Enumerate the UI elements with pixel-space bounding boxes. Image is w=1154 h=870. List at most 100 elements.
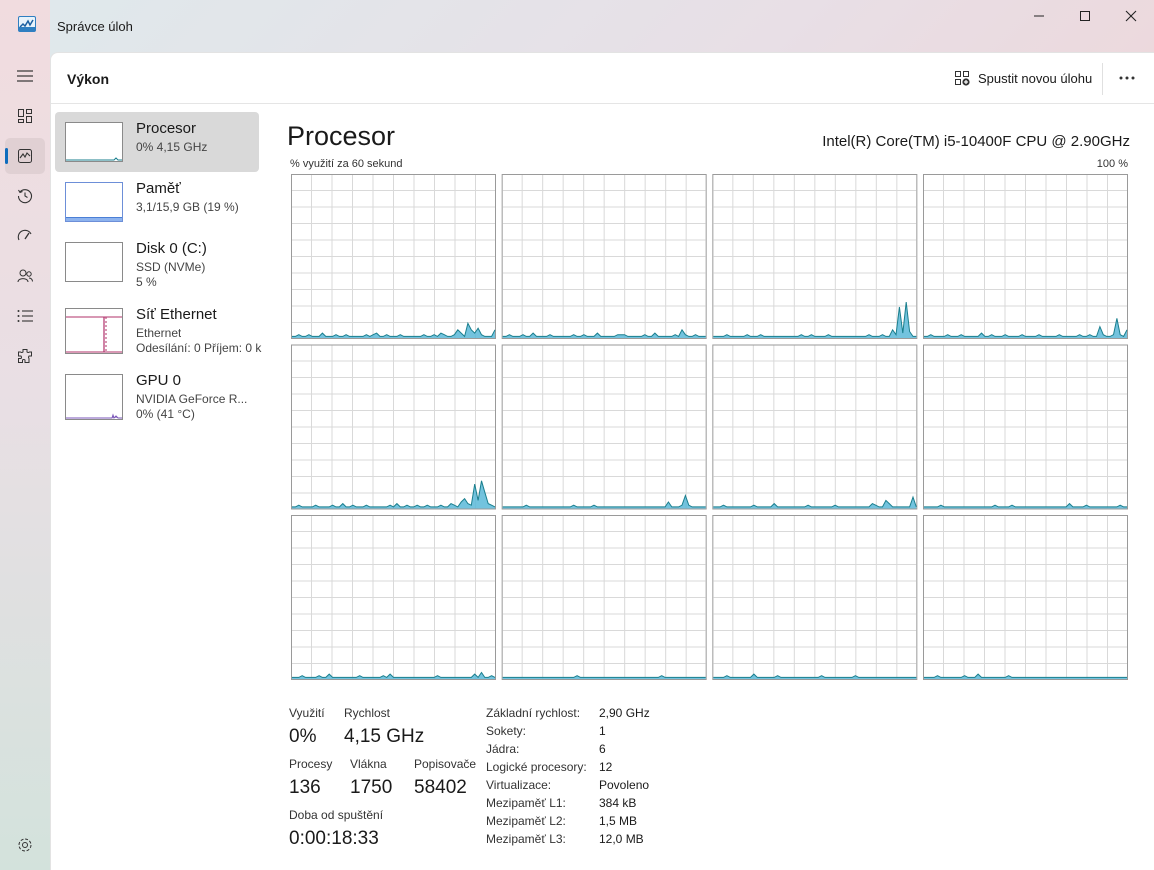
header-separator	[1102, 63, 1103, 95]
disk-thumbnail-graph	[65, 242, 123, 282]
sidebar-item-cpu[interactable]: Procesor 0% 4,15 GHz	[55, 112, 259, 172]
sidebar-item-subtext: Ethernet	[136, 326, 182, 340]
run-new-task-label: Spustit novou úlohu	[978, 70, 1093, 86]
spec-value: 2,90 GHz	[599, 706, 650, 720]
minimize-button[interactable]	[1016, 0, 1062, 32]
nav-app-history[interactable]	[5, 178, 45, 214]
task-manager-icon	[18, 16, 36, 32]
sidebar-item-gpu[interactable]: GPU 0 NVIDIA GeForce R... 0% (41 °C)	[55, 364, 259, 424]
core-graph	[712, 515, 918, 680]
hamburger-menu-icon	[17, 70, 33, 82]
core-graph	[501, 174, 707, 339]
processes-label: Procesy	[289, 757, 333, 771]
run-new-task-button[interactable]: Spustit novou úlohu	[954, 67, 1092, 89]
spec-key: Logické procesory:	[486, 760, 587, 774]
sidebar-item-label: Disk 0 (C:)	[136, 240, 207, 257]
sidebar-item-memory[interactable]: Paměť 3,1/15,9 GB (19 %)	[55, 172, 259, 232]
spec-value: Povoleno	[599, 778, 650, 792]
close-icon	[1125, 10, 1137, 22]
core-graph	[291, 515, 496, 680]
app-history-icon	[17, 189, 33, 204]
performance-icon	[18, 149, 32, 163]
cpu-core-graphs	[291, 174, 1128, 680]
more-options-button[interactable]	[1113, 65, 1141, 91]
sidebar-item-subtext: 3,1/15,9 GB (19 %)	[136, 200, 239, 214]
core-graph	[501, 344, 707, 510]
spec-key: Jádra:	[486, 742, 520, 756]
uptime-value: 0:00:18:33	[289, 828, 379, 849]
page-header: Výkon Spustit novou úlohu	[51, 53, 1154, 104]
main-panel: Výkon Spustit novou úlohu Procesor 0% 4,…	[50, 52, 1154, 870]
core-graph	[923, 174, 1128, 339]
hamburger-menu-button[interactable]	[5, 58, 45, 94]
sidebar-item-label: Síť Ethernet	[136, 306, 217, 323]
more-options-icon	[1119, 76, 1135, 80]
handles-label: Popisovače	[414, 757, 477, 771]
spec-value: 12	[599, 760, 613, 774]
sidebar-item-subtext: 5 %	[136, 275, 157, 289]
page-title: Výkon	[67, 71, 110, 87]
minimize-icon	[1034, 15, 1044, 17]
nav-details[interactable]	[5, 298, 45, 334]
cpu-thumbnail-graph	[65, 122, 123, 162]
nav-services[interactable]	[5, 338, 45, 374]
spec-key: Mezipaměť L2:	[486, 814, 566, 828]
maximize-icon	[1080, 11, 1090, 21]
handles-value: 58402	[414, 777, 467, 798]
sidebar-item-subtext: 0% 4,15 GHz	[136, 140, 208, 154]
processes-icon	[18, 109, 32, 123]
usage-value: 0%	[289, 726, 317, 747]
sidebar-item-label: Paměť	[136, 180, 181, 197]
nav-active-indicator	[5, 148, 8, 164]
core-graph	[291, 174, 496, 339]
spec-key: Sokety:	[486, 724, 527, 738]
close-button[interactable]	[1108, 0, 1154, 32]
speed-label: Rychlost	[344, 706, 391, 720]
sidebar-item-subtext: 0% (41 °C)	[136, 407, 195, 421]
title-bar: Správce úloh	[0, 0, 1154, 52]
sidebar-item-label: Procesor	[136, 120, 197, 137]
threads-label: Vlákna	[350, 757, 387, 771]
nav-processes[interactable]	[5, 98, 45, 134]
threads-value: 1750	[350, 777, 393, 798]
spec-value: 6	[599, 742, 606, 756]
processes-value: 136	[289, 777, 321, 798]
maximize-button[interactable]	[1062, 0, 1108, 32]
graph-max-label: 100 %	[1096, 158, 1128, 170]
core-graph	[712, 344, 918, 510]
users-icon	[17, 269, 33, 283]
nav-users[interactable]	[5, 258, 45, 294]
spec-value: 12,0 MB	[599, 832, 644, 846]
gpu-thumbnail-graph	[65, 374, 123, 420]
spec-key: Virtualizace:	[486, 778, 552, 792]
spec-value: 1,5 MB	[599, 814, 638, 828]
usage-label: Využití	[289, 706, 325, 720]
memory-thumbnail-graph	[65, 182, 123, 222]
spec-key: Mezipaměť L3:	[486, 832, 566, 846]
core-graph	[923, 515, 1128, 680]
core-graph	[923, 344, 1128, 510]
cpu-model: Intel(R) Core(TM) i5-10400F CPU @ 2.90GH…	[822, 133, 1130, 150]
sidebar-item-subtext: SSD (NVMe)	[136, 260, 206, 274]
ethernet-thumbnail-graph	[65, 308, 123, 354]
speed-value: 4,15 GHz	[344, 726, 425, 747]
sidebar-item-subtext: NVIDIA GeForce R...	[136, 392, 248, 406]
sidebar-item-ethernet[interactable]: Síť Ethernet Ethernet Odesílání: 0 Příje…	[55, 298, 262, 360]
settings-icon	[18, 838, 32, 852]
new-task-icon	[955, 71, 970, 86]
core-graph	[712, 174, 918, 339]
spec-key: Mezipaměť L1:	[486, 796, 566, 810]
spec-value: 1	[599, 724, 606, 738]
window-title: Správce úloh	[57, 19, 133, 34]
startup-apps-icon	[17, 229, 32, 241]
details-icon	[17, 310, 33, 322]
nav-performance[interactable]	[5, 138, 45, 174]
nav-startup-apps[interactable]	[5, 218, 45, 254]
nav-settings[interactable]	[5, 827, 45, 863]
core-graph	[291, 344, 496, 510]
core-graph	[501, 515, 707, 680]
graph-caption: % využití za 60 sekund	[290, 158, 403, 170]
sidebar-item-disk[interactable]: Disk 0 (C:) SSD (NVMe) 5 %	[55, 232, 259, 292]
spec-key: Základní rychlost:	[486, 706, 581, 720]
sidebar-item-subtext: Odesílání: 0 Příjem: 0 kb/s	[136, 341, 262, 355]
